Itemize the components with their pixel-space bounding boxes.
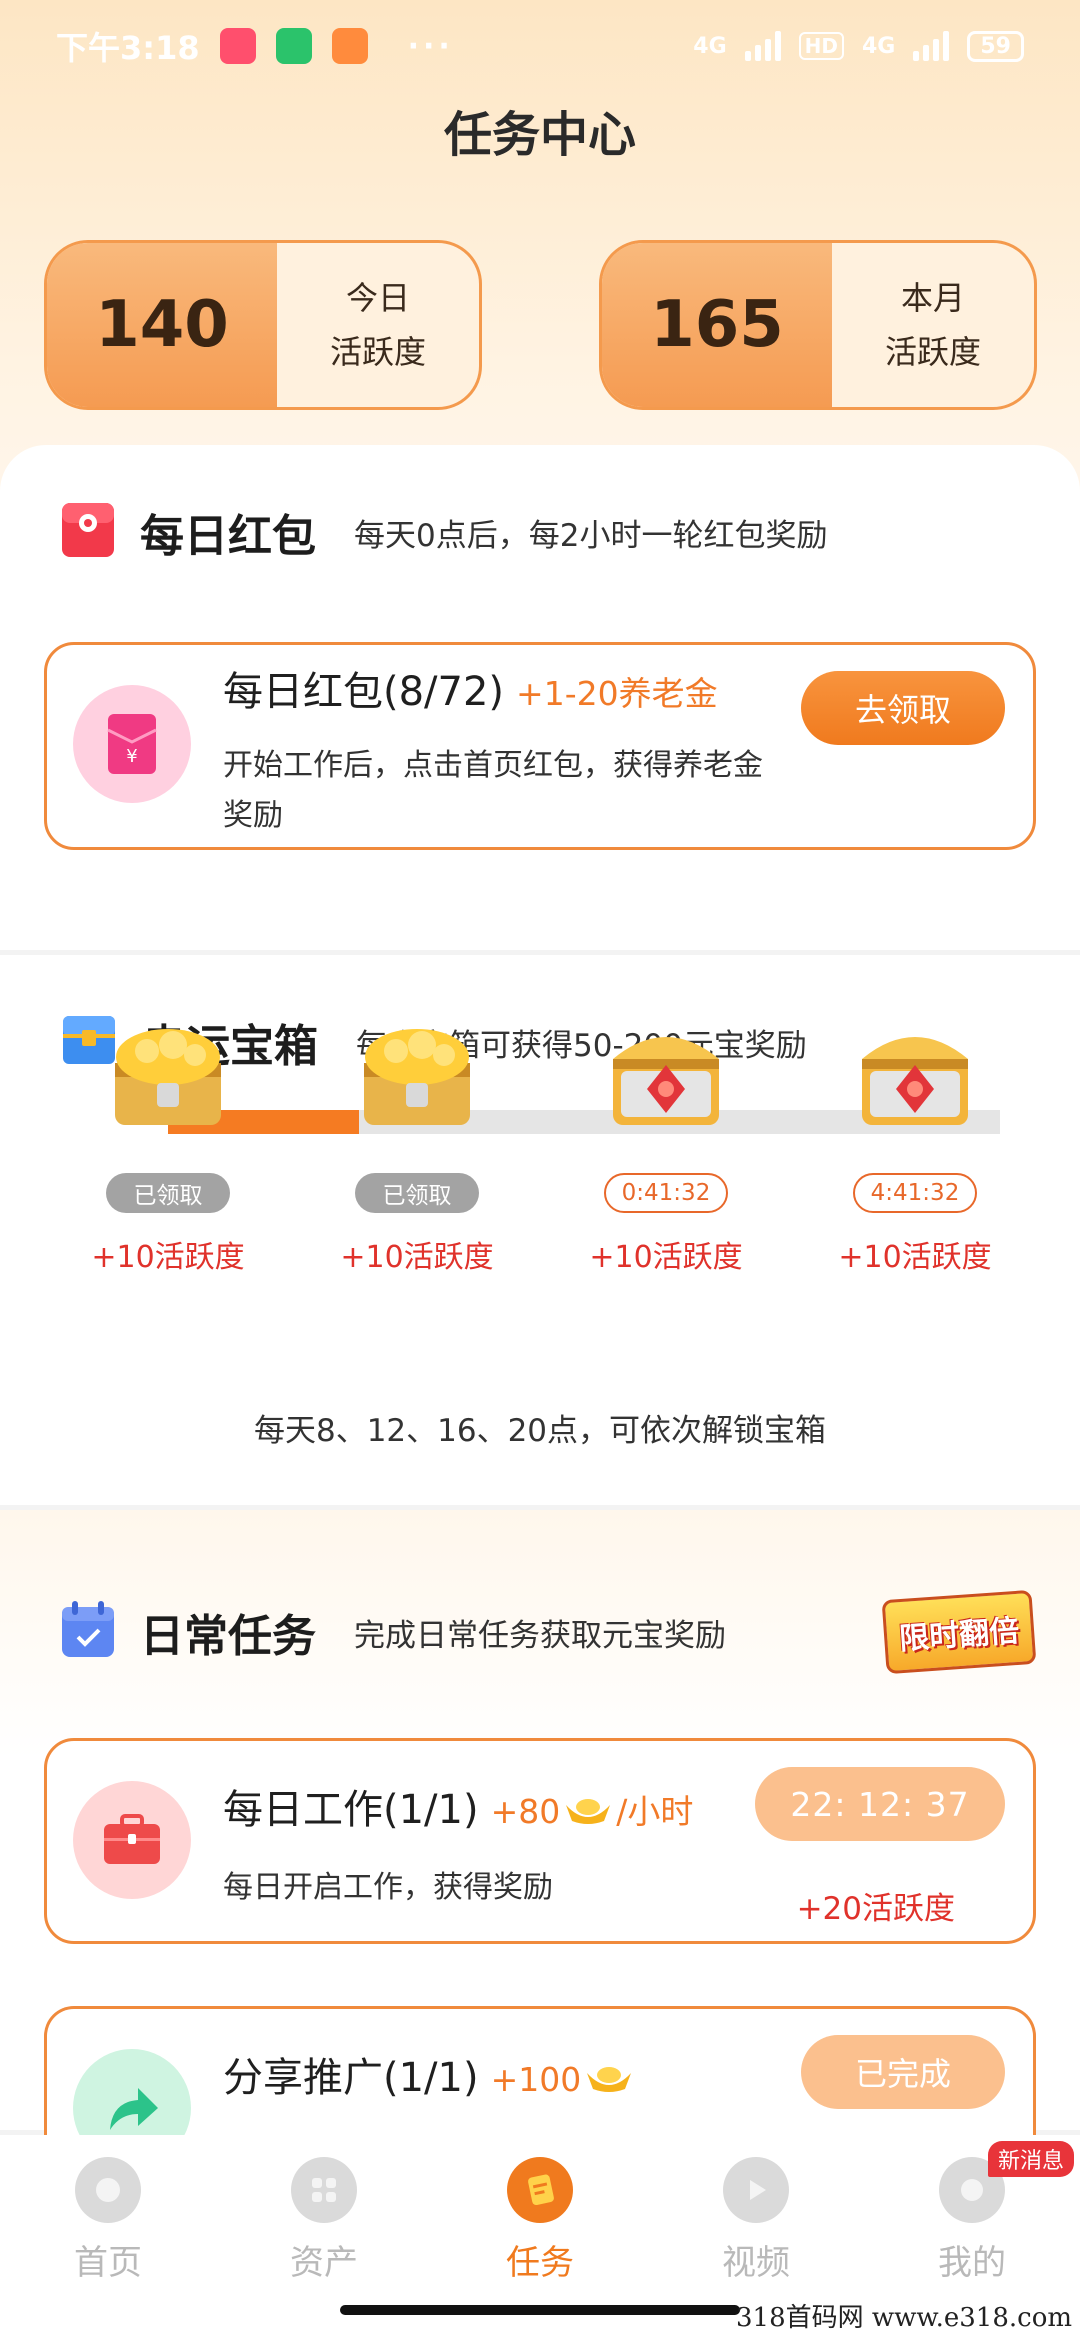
more-notifications-icon: ··· (407, 28, 454, 64)
chest-activity-points: +10活跃度 (340, 1240, 494, 1275)
daily-work-task-card: 每日工作(1/1) +80/小时 每日开启工作，获得奖励 22: 12: 37 +… (44, 1738, 1036, 1944)
daily-redpacket-section: 每日红包 每天0点后，每2小时一轮红包奖励 ¥ 每日红包(8/72) +1-20养… (0, 445, 1080, 950)
task-name: 每日工作(1/1) (223, 1787, 479, 1833)
task-bonus-unit: /小时 (616, 1792, 694, 1831)
tab-label: 首页 (74, 2243, 142, 2283)
section-title: 每日红包 (140, 511, 316, 562)
chest-countdown-badge: 0:41:32 (604, 1173, 728, 1213)
svg-text:¥: ¥ (126, 746, 137, 767)
signal-icon (744, 31, 781, 61)
video-icon (723, 2157, 789, 2223)
month-activity-card: 165 本月 活跃度 (599, 240, 1037, 410)
today-activity-label: 活跃度 (329, 333, 426, 371)
work-countdown-button[interactable]: 22: 12: 37 (755, 1767, 1005, 1841)
chest-activity-points: +10活跃度 (838, 1240, 992, 1275)
month-activity-value: 165 (602, 243, 832, 407)
claim-redpacket-button[interactable]: 去领取 (801, 671, 1005, 745)
status-bar: 下午3:18 ··· 4G HD 4G 59 (0, 0, 1080, 92)
tab-label: 资产 (290, 2243, 358, 2283)
today-activity-value: 140 (47, 243, 277, 407)
month-activity-label: 本月 (900, 279, 965, 317)
calendar-icon (60, 1601, 116, 1663)
task-name: 分享推广(1/1) (223, 2055, 479, 2101)
tab-home[interactable]: 首页 (0, 2135, 216, 2340)
new-message-badge: 新消息 (988, 2141, 1075, 2177)
task-activity-points: +20活跃度 (796, 1891, 955, 1927)
battery-icon: 59 (967, 30, 1024, 62)
task-bonus: +80 (490, 1792, 561, 1831)
limited-double-badge: 限时翻倍 (881, 1589, 1037, 1675)
network-label: 4G (862, 33, 896, 59)
chest-countdown-badge: 4:41:32 (853, 1173, 977, 1213)
hd-icon: HD (798, 32, 844, 60)
today-activity-label: 今日 (345, 279, 410, 317)
tab-label: 任务 (506, 2243, 574, 2283)
share-completed-button[interactable]: 已完成 (801, 2035, 1005, 2109)
redpacket-icon: ¥ (73, 685, 191, 803)
chest-claimed-badge: 已领取 (106, 1173, 230, 1213)
tab-label: 我的 (938, 2243, 1006, 2283)
redpacket-section-icon (60, 501, 116, 563)
lucky-chest-section: 幸运宝箱 每个宝箱可获得50-200元宝奖励 每天8、12、16、20点，可依次… (0, 955, 1080, 1505)
signal-icon (913, 31, 950, 61)
home-icon (75, 2157, 141, 2223)
tasks-icon (507, 2157, 573, 2223)
opened-gold-chest-icon[interactable] (356, 1015, 478, 1133)
gold-ingot-icon (585, 2057, 633, 2103)
chest-activity-points: +10活跃度 (91, 1240, 245, 1275)
opened-gold-chest-icon[interactable] (107, 1015, 229, 1133)
chest-activity-points: +10活跃度 (589, 1240, 743, 1275)
task-name: 每日红包(8/72) (223, 669, 505, 715)
month-activity-label: 活跃度 (884, 333, 981, 371)
section-subtitle: 每天0点后，每2小时一轮红包奖励 (354, 517, 828, 554)
gold-ingot-icon (564, 1789, 612, 1835)
redpacket-task-card: ¥ 每日红包(8/72) +1-20养老金 开始工作后，点击首页红包，获得养老金奖… (44, 642, 1036, 850)
locked-chest-icon[interactable] (605, 1015, 727, 1133)
daily-tasks-section: 日常任务 完成日常任务获取元宝奖励 限时翻倍 每日工作(1/1) +80/小时 每… (0, 1510, 1080, 2167)
tab-label: 视频 (722, 2243, 790, 2283)
task-bonus: +100 (490, 2060, 582, 2099)
briefcase-icon (73, 1781, 191, 1899)
wechat-icon (275, 28, 312, 64)
chest-unlock-note: 每天8、12、16、20点，可依次解锁宝箱 (253, 1413, 827, 1449)
today-activity-card: 140 今日 活跃度 (44, 240, 482, 410)
notification-app-icon (331, 28, 368, 64)
page-title: 任务中心 (443, 107, 636, 163)
network-label: 4G (693, 33, 727, 59)
watermark: 318首码网 www.e318.com (736, 2303, 1072, 2333)
task-description: 每日开启工作，获得奖励 (223, 1870, 553, 1905)
assets-icon (291, 2157, 357, 2223)
chest-claimed-badge: 已领取 (355, 1173, 479, 1213)
status-time: 下午3:18 (56, 29, 200, 67)
notification-app-icon (219, 28, 256, 64)
task-bonus: +1-20养老金 (516, 674, 718, 713)
home-indicator[interactable] (340, 2305, 740, 2315)
task-description: 开始工作后，点击首页红包，获得养老金奖励 (223, 748, 763, 833)
section-title: 日常任务 (140, 1611, 316, 1662)
section-subtitle: 完成日常任务获取元宝奖励 (354, 1617, 726, 1654)
share-task-card: 分享推广(1/1) +100 已完成 (44, 2006, 1036, 2167)
locked-chest-icon[interactable] (854, 1015, 976, 1133)
